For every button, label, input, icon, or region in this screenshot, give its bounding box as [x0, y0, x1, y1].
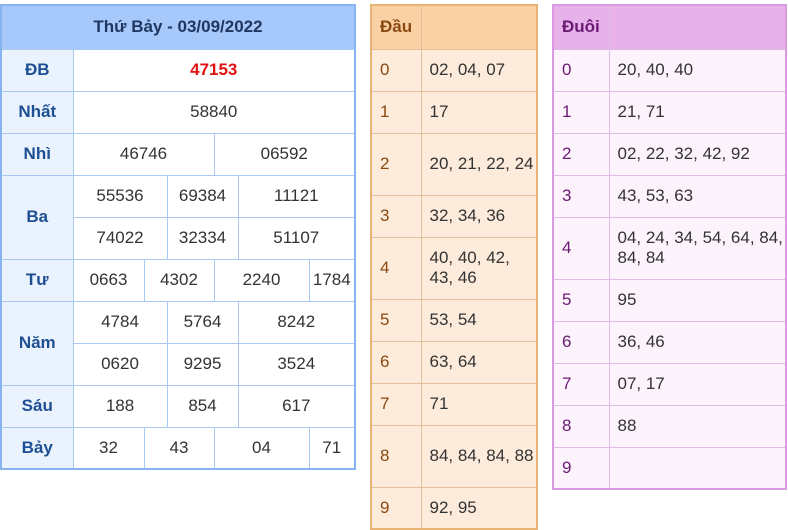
- prize-value-ba-4: 74022: [72, 216, 168, 260]
- head-values: 53, 54: [420, 298, 538, 342]
- prize-label-db: ĐB: [0, 48, 74, 92]
- head-digit: 9: [370, 486, 422, 530]
- prize-value-bay-4: 71: [308, 426, 356, 470]
- prize-label-nhat: Nhất: [0, 90, 74, 134]
- tail-values: 95: [608, 278, 787, 322]
- prize-label-bay: Bảy: [0, 426, 74, 470]
- prize-value-tu-2: 4302: [143, 258, 215, 302]
- tail-digit: 8: [552, 404, 610, 448]
- draw-date-title: Thứ Bảy - 03/09/2022: [0, 4, 356, 50]
- prize-label-nhi: Nhì: [0, 132, 74, 176]
- prize-value-nam-1: 4784: [72, 300, 168, 344]
- prize-value-nhat: 58840: [72, 90, 356, 134]
- tail-digit: 6: [552, 320, 610, 364]
- prize-value-ba-5: 32334: [166, 216, 239, 260]
- prize-value-nam-6: 3524: [237, 342, 356, 386]
- head-values: 40, 40, 42, 43, 46: [420, 236, 538, 300]
- tail-values: 43, 53, 63: [608, 174, 787, 218]
- prize-value-nam-2: 5764: [166, 300, 239, 344]
- prize-value-sau-1: 188: [72, 384, 168, 428]
- tail-digit: 7: [552, 362, 610, 406]
- prize-value-bay-3: 04: [213, 426, 310, 470]
- head-values: 84, 84, 84, 88: [420, 424, 538, 488]
- tail-digit: 1: [552, 90, 610, 134]
- head-digit: 8: [370, 424, 422, 488]
- prize-label-ba: Ba: [0, 174, 74, 260]
- prize-label-tu: Tư: [0, 258, 74, 302]
- prize-value-nam-4: 0620: [72, 342, 168, 386]
- tail-values: 07, 17: [608, 362, 787, 406]
- head-digit: 0: [370, 48, 422, 92]
- prize-value-ba-6: 51107: [237, 216, 356, 260]
- prize-label-sau: Sáu: [0, 384, 74, 428]
- prize-value-tu-4: 1784: [308, 258, 356, 302]
- prize-value-bay-1: 32: [72, 426, 145, 470]
- tail-values: 21, 71: [608, 90, 787, 134]
- prize-value-nam-5: 9295: [166, 342, 239, 386]
- tail-digit: 2: [552, 132, 610, 176]
- head-values: 02, 04, 07: [420, 48, 538, 92]
- prize-value-bay-2: 43: [143, 426, 215, 470]
- prize-value-ba-3: 11121: [237, 174, 356, 218]
- tail-values: 02, 22, 32, 42, 92: [608, 132, 787, 176]
- tail-digit-table: Đuôi 0 20, 40, 40 1 21, 71 2 02, 22, 32, 42…: [552, 4, 787, 490]
- tail-values: [608, 446, 787, 490]
- prize-value-nhi-1: 46746: [72, 132, 215, 176]
- prize-value-nhi-2: 06592: [213, 132, 356, 176]
- tail-values: 36, 46: [608, 320, 787, 364]
- head-digit: 7: [370, 382, 422, 426]
- tail-header-label: Đuôi: [552, 4, 610, 50]
- prize-value-sau-3: 617: [237, 384, 356, 428]
- prize-value-ba-1: 55536: [72, 174, 168, 218]
- head-digit: 1: [370, 90, 422, 134]
- head-values: 17: [420, 90, 538, 134]
- tail-digit: 5: [552, 278, 610, 322]
- prize-value-tu-1: 0663: [72, 258, 145, 302]
- tail-values: 20, 40, 40: [608, 48, 787, 92]
- prize-label-nam: Năm: [0, 300, 74, 386]
- head-values: 32, 34, 36: [420, 194, 538, 238]
- prize-value-ba-2: 69384: [166, 174, 239, 218]
- head-digit: 5: [370, 298, 422, 342]
- prize-value-db: 47153: [72, 48, 356, 92]
- head-digit: 3: [370, 194, 422, 238]
- tail-values: 04, 24, 34, 54, 64, 84, 84, 84: [608, 216, 787, 280]
- tail-digit: 4: [552, 216, 610, 280]
- head-header-label: Đầu: [370, 4, 422, 50]
- head-values: 71: [420, 382, 538, 426]
- tail-values: 88: [608, 404, 787, 448]
- prize-value-tu-3: 2240: [213, 258, 310, 302]
- head-values: 63, 64: [420, 340, 538, 384]
- prize-value-nam-3: 8242: [237, 300, 356, 344]
- tail-header-blank: [608, 4, 787, 50]
- prize-value-sau-2: 854: [166, 384, 239, 428]
- head-values: 20, 21, 22, 24: [420, 132, 538, 196]
- head-digit: 6: [370, 340, 422, 384]
- head-digit-table: Đầu 0 02, 04, 07 1 17 2 20, 21, 22, 24 3 32,…: [370, 4, 538, 530]
- tail-digit: 3: [552, 174, 610, 218]
- tail-digit: 9: [552, 446, 610, 490]
- results-table: Thứ Bảy - 03/09/2022 ĐB 47153 Nhất 58840…: [0, 4, 357, 470]
- head-digit: 2: [370, 132, 422, 196]
- tail-digit: 0: [552, 48, 610, 92]
- head-values: 92, 95: [420, 486, 538, 530]
- head-digit: 4: [370, 236, 422, 300]
- head-header-blank: [420, 4, 538, 50]
